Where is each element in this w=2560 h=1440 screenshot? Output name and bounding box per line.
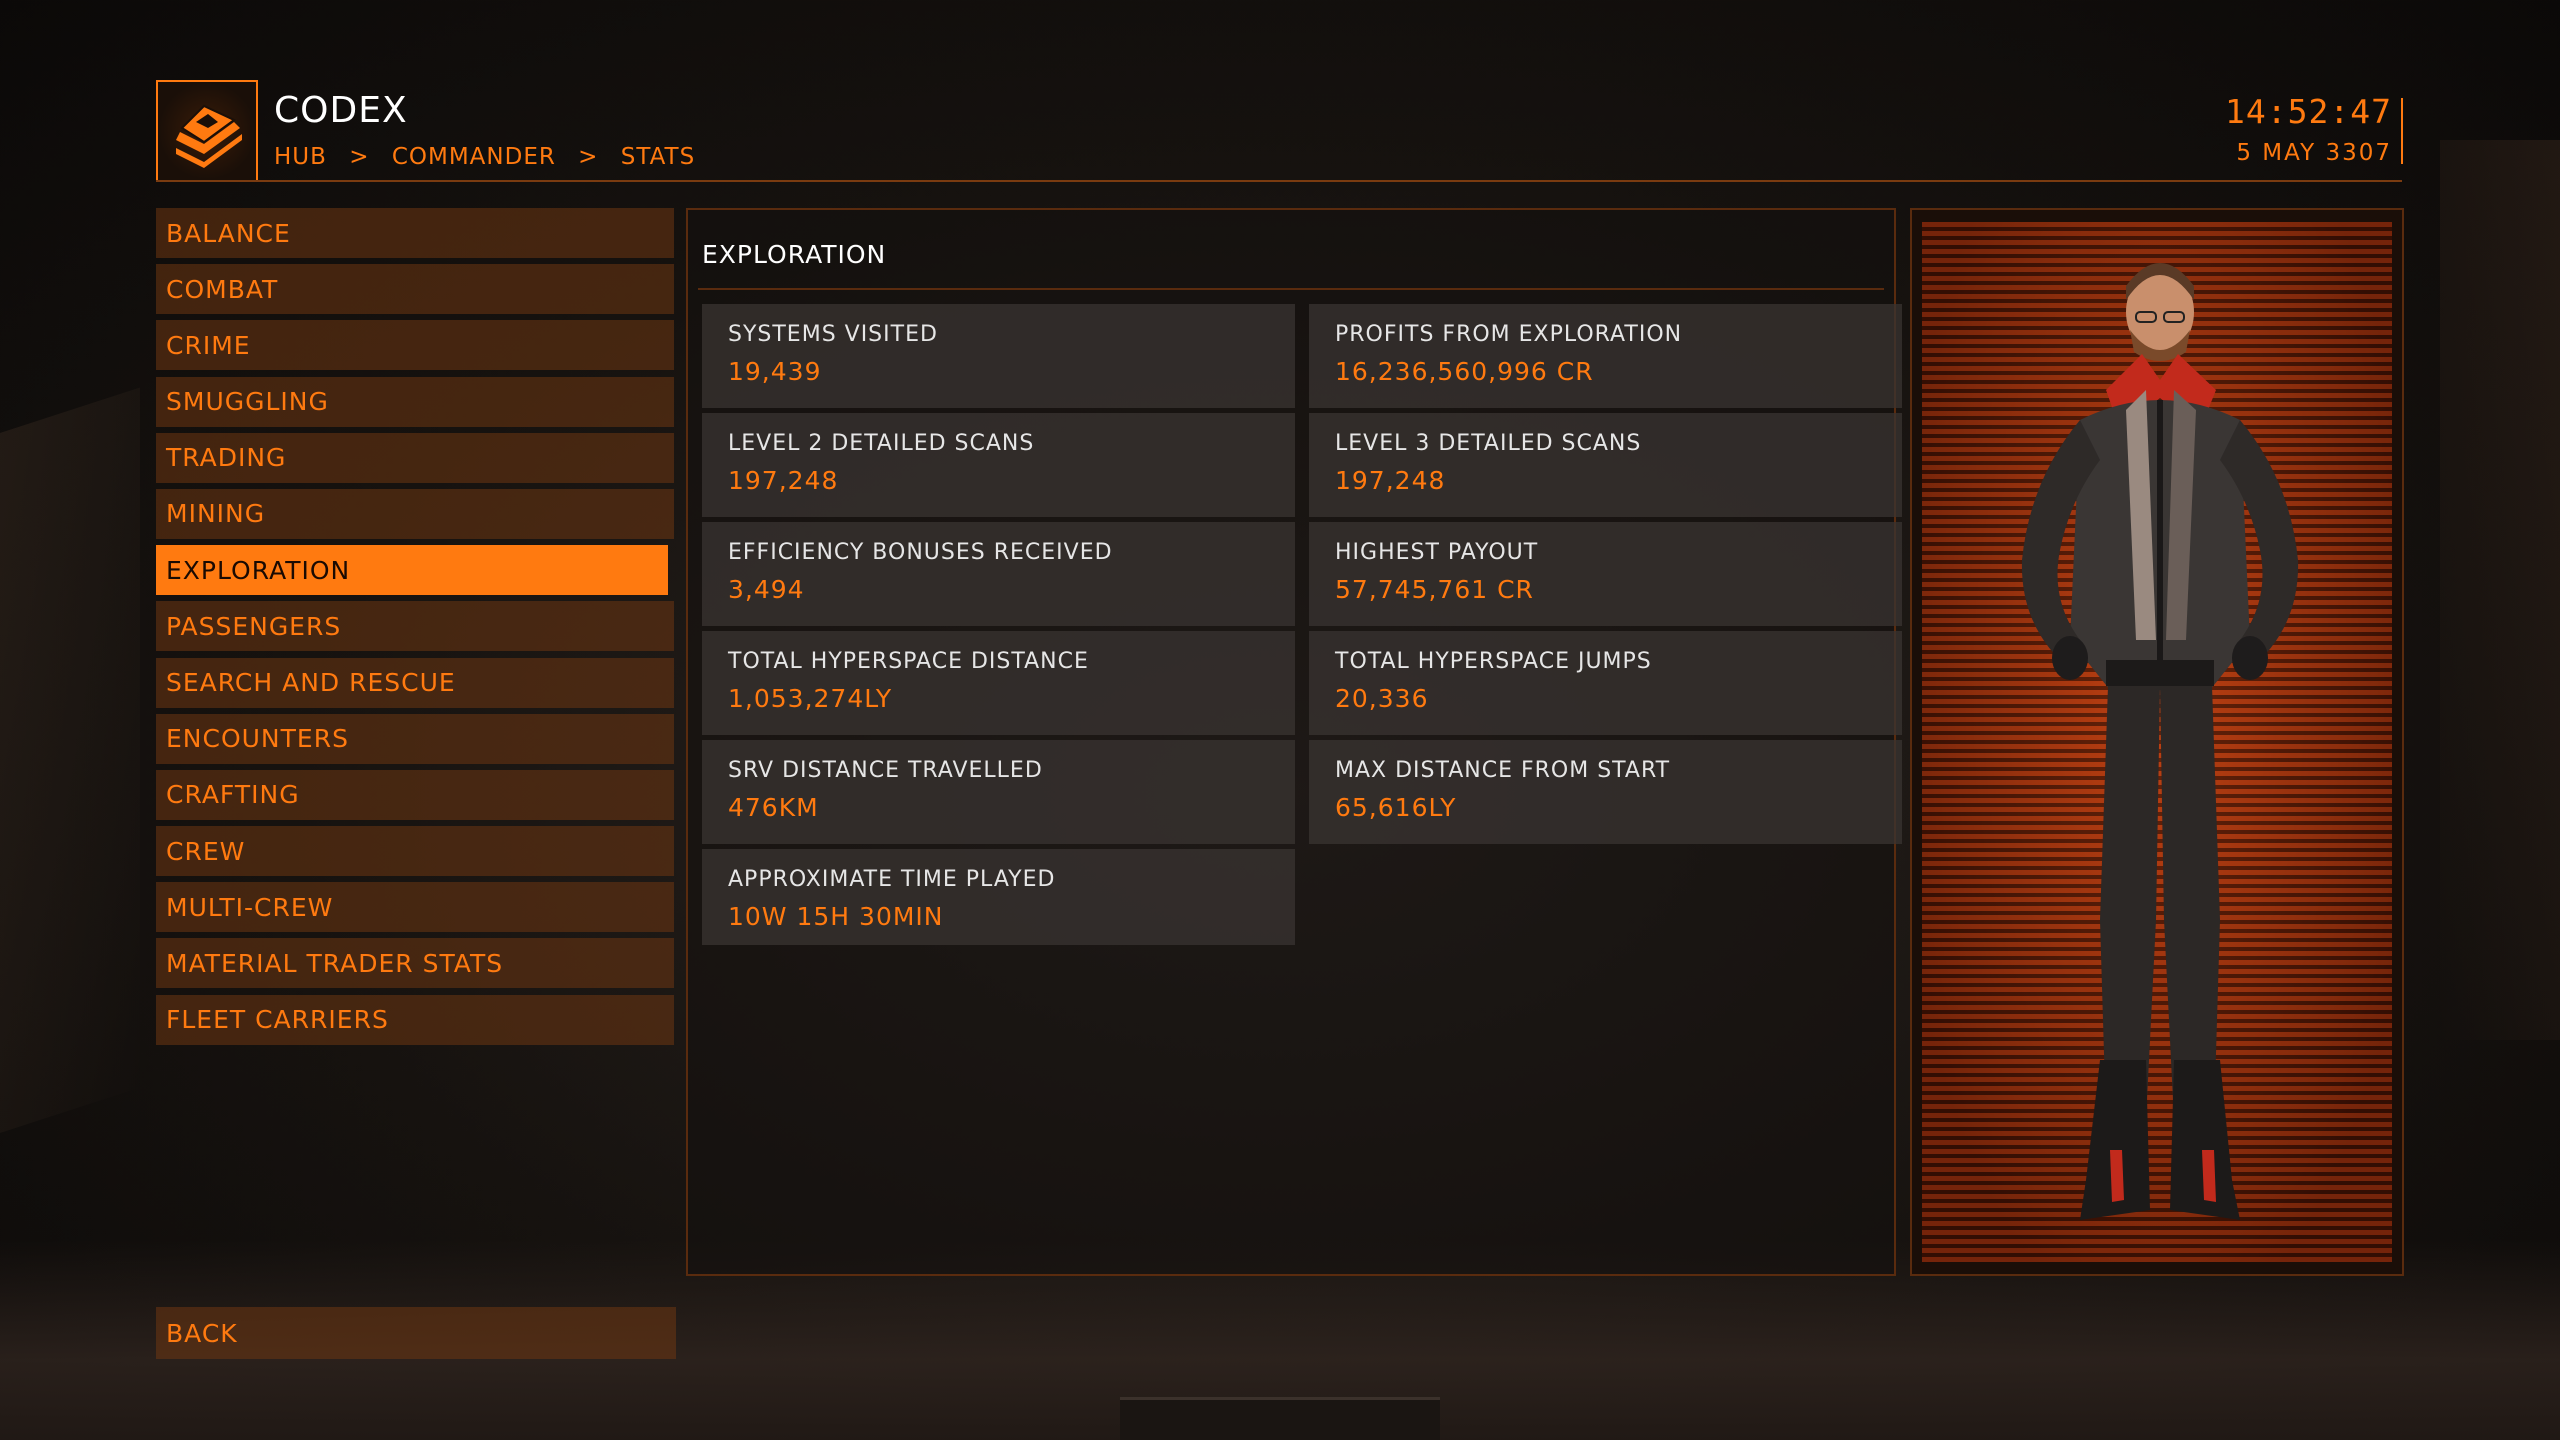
- stat-value: 57,745,761 CR: [1335, 575, 1534, 604]
- stat-value: 476KM: [728, 793, 819, 822]
- stat-card: PROFITS FROM EXPLORATION 16,236,560,996 …: [1309, 304, 1902, 408]
- stat-label: SRV DISTANCE TRAVELLED: [728, 758, 1043, 783]
- stat-card: APPROXIMATE TIME PLAYED 10W 15H 30MIN: [702, 849, 1295, 945]
- stat-value: 3,494: [728, 575, 805, 604]
- stat-value: 19,439: [728, 357, 822, 386]
- back-button[interactable]: BACK: [156, 1307, 676, 1359]
- sidebar-item-encounters[interactable]: ENCOUNTERS: [156, 713, 674, 764]
- stat-label: EFFICIENCY BONUSES RECEIVED: [728, 540, 1113, 565]
- stat-value: 10W 15H 30MIN: [728, 902, 944, 931]
- stat-label: TOTAL HYPERSPACE JUMPS: [1335, 649, 1652, 674]
- codex-book-icon: [156, 80, 258, 182]
- sidebar-item-crafting[interactable]: CRAFTING: [156, 769, 674, 820]
- clock-date: 5 MAY 3307: [2236, 140, 2392, 166]
- stat-card: SRV DISTANCE TRAVELLED 476KM: [702, 740, 1295, 844]
- clock-divider: [2401, 98, 2403, 164]
- stat-label: SYSTEMS VISITED: [728, 322, 938, 347]
- stat-label: LEVEL 3 DETAILED SCANS: [1335, 431, 1642, 456]
- stats-category-sidebar: BALANCE COMBAT CRIME SMUGGLING TRADING M…: [156, 208, 674, 1051]
- stat-value: 197,248: [1335, 466, 1446, 495]
- page-title: CODEX: [274, 90, 408, 131]
- sidebar-item-smuggling[interactable]: SMUGGLING: [156, 376, 674, 427]
- stat-card: TOTAL HYPERSPACE DISTANCE 1,053,274LY: [702, 631, 1295, 735]
- stat-card: HIGHEST PAYOUT 57,745,761 CR: [1309, 522, 1902, 626]
- breadcrumb-separator: >: [578, 144, 599, 170]
- breadcrumb-separator: >: [349, 144, 370, 170]
- section-divider: [698, 288, 1884, 290]
- sidebar-item-exploration[interactable]: EXPLORATION: [156, 545, 668, 596]
- sidebar-item-material-trader-stats[interactable]: MATERIAL TRADER STATS: [156, 938, 674, 989]
- stat-value: 16,236,560,996 CR: [1335, 357, 1594, 386]
- stats-panel: EXPLORATION SYSTEMS VISITED 19,439 PROFI…: [686, 208, 1902, 1276]
- header-divider: [156, 180, 2402, 182]
- background-beam-left: [0, 387, 140, 1153]
- stat-card: TOTAL HYPERSPACE JUMPS 20,336: [1309, 631, 1902, 735]
- stat-card: EFFICIENCY BONUSES RECEIVED 3,494: [702, 522, 1295, 626]
- clock-time: 14:52:47: [2225, 92, 2392, 131]
- stat-label: HIGHEST PAYOUT: [1335, 540, 1539, 565]
- sidebar-item-crew[interactable]: CREW: [156, 826, 674, 877]
- breadcrumb-stats: STATS: [620, 144, 696, 170]
- sidebar-item-crime[interactable]: CRIME: [156, 320, 674, 371]
- stat-label: PROFITS FROM EXPLORATION: [1335, 322, 1683, 347]
- sidebar-item-search-and-rescue[interactable]: SEARCH AND RESCUE: [156, 657, 674, 708]
- background-beam-right: [2440, 140, 2560, 1040]
- stat-card: SYSTEMS VISITED 19,439: [702, 304, 1295, 408]
- sidebar-item-combat[interactable]: COMBAT: [156, 264, 674, 315]
- stat-label: APPROXIMATE TIME PLAYED: [728, 867, 1056, 892]
- section-title: EXPLORATION: [702, 240, 887, 269]
- breadcrumb-commander[interactable]: COMMANDER: [392, 144, 556, 170]
- sidebar-item-fleet-carriers[interactable]: FLEET CARRIERS: [156, 994, 674, 1045]
- commander-avatar: [2021, 263, 2299, 1220]
- stat-value: 20,336: [1335, 684, 1429, 713]
- stat-card: MAX DISTANCE FROM START 65,616LY: [1309, 740, 1902, 844]
- stat-label: LEVEL 2 DETAILED SCANS: [728, 431, 1035, 456]
- sidebar-item-multi-crew[interactable]: MULTI-CREW: [156, 882, 674, 933]
- stat-label: MAX DISTANCE FROM START: [1335, 758, 1671, 783]
- stat-value: 197,248: [728, 466, 839, 495]
- sidebar-item-mining[interactable]: MINING: [156, 488, 674, 539]
- stat-label: TOTAL HYPERSPACE DISTANCE: [728, 649, 1089, 674]
- breadcrumb-hub[interactable]: HUB: [274, 144, 327, 170]
- sidebar-item-passengers[interactable]: PASSENGERS: [156, 601, 674, 652]
- stat-value: 65,616LY: [1335, 793, 1457, 822]
- breadcrumb: HUB > COMMANDER > STATS: [274, 144, 709, 170]
- background-dock: [1120, 1397, 1440, 1440]
- stat-value: 1,053,274LY: [728, 684, 893, 713]
- sidebar-item-trading[interactable]: TRADING: [156, 432, 674, 483]
- stat-card: LEVEL 2 DETAILED SCANS 197,248: [702, 413, 1295, 517]
- stat-card: LEVEL 3 DETAILED SCANS 197,248: [1309, 413, 1902, 517]
- sidebar-item-balance[interactable]: BALANCE: [156, 208, 674, 258]
